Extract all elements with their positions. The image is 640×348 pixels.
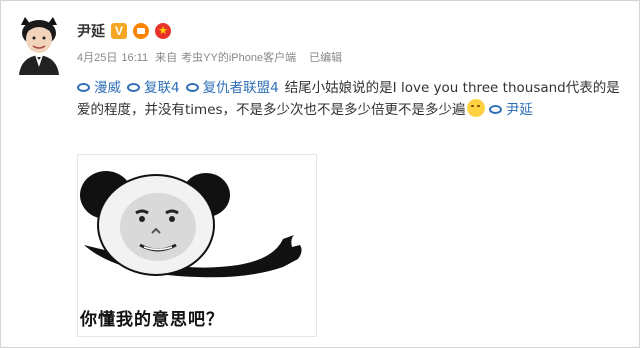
meme-caption: 你懂我的意思吧？ — [80, 310, 224, 330]
tag-link[interactable]: 漫威 — [77, 80, 121, 96]
username[interactable]: 尹延 — [77, 21, 105, 41]
name-row: 尹延 V ★ — [77, 21, 171, 41]
mention-link[interactable]: 尹延 — [488, 102, 533, 118]
avatar-image — [19, 17, 59, 75]
link-icon — [127, 83, 140, 92]
laugh-cry-emoji-icon — [466, 99, 485, 117]
post-source[interactable]: 考虫YY的iPhone客户端 — [181, 52, 296, 64]
link-icon — [488, 105, 502, 114]
post-time[interactable]: 16:11 — [121, 52, 148, 64]
meme-image[interactable]: 你懂我的意思吧？ — [77, 154, 317, 337]
star-badge-icon[interactable]: ★ — [155, 23, 171, 39]
post-date[interactable]: 4月25日 — [77, 52, 117, 64]
post-content: 漫威 复联4 复仇者联盟4 结尾小姑娘说的是I love you three thou… — [77, 77, 625, 121]
avatar[interactable] — [15, 15, 63, 75]
panda-meme-drawing — [80, 171, 302, 278]
member-crown-icon[interactable] — [133, 23, 149, 39]
post-meta: 4月25日 16:11 来自 考虫YY的iPhone客户端 已编辑 — [77, 49, 346, 65]
tag-label: 漫威 — [94, 80, 121, 96]
edited-label[interactable]: 已编辑 — [309, 52, 342, 64]
link-icon — [185, 83, 199, 92]
weibo-post: 尹延 V ★ 4月25日 16:11 来自 考虫YY的iPhone客户端 已编辑 漫… — [0, 0, 640, 348]
mention-label: 尹延 — [505, 102, 533, 118]
from-label: 来自 — [155, 52, 178, 64]
tag-label: 复仇者联盟4 — [202, 80, 279, 96]
tag-link[interactable]: 复仇者联盟4 — [185, 80, 279, 96]
tag-link[interactable]: 复联4 — [127, 80, 180, 96]
verified-icon[interactable]: V — [111, 23, 127, 39]
tag-label: 复联4 — [144, 80, 180, 96]
link-icon — [77, 83, 90, 92]
